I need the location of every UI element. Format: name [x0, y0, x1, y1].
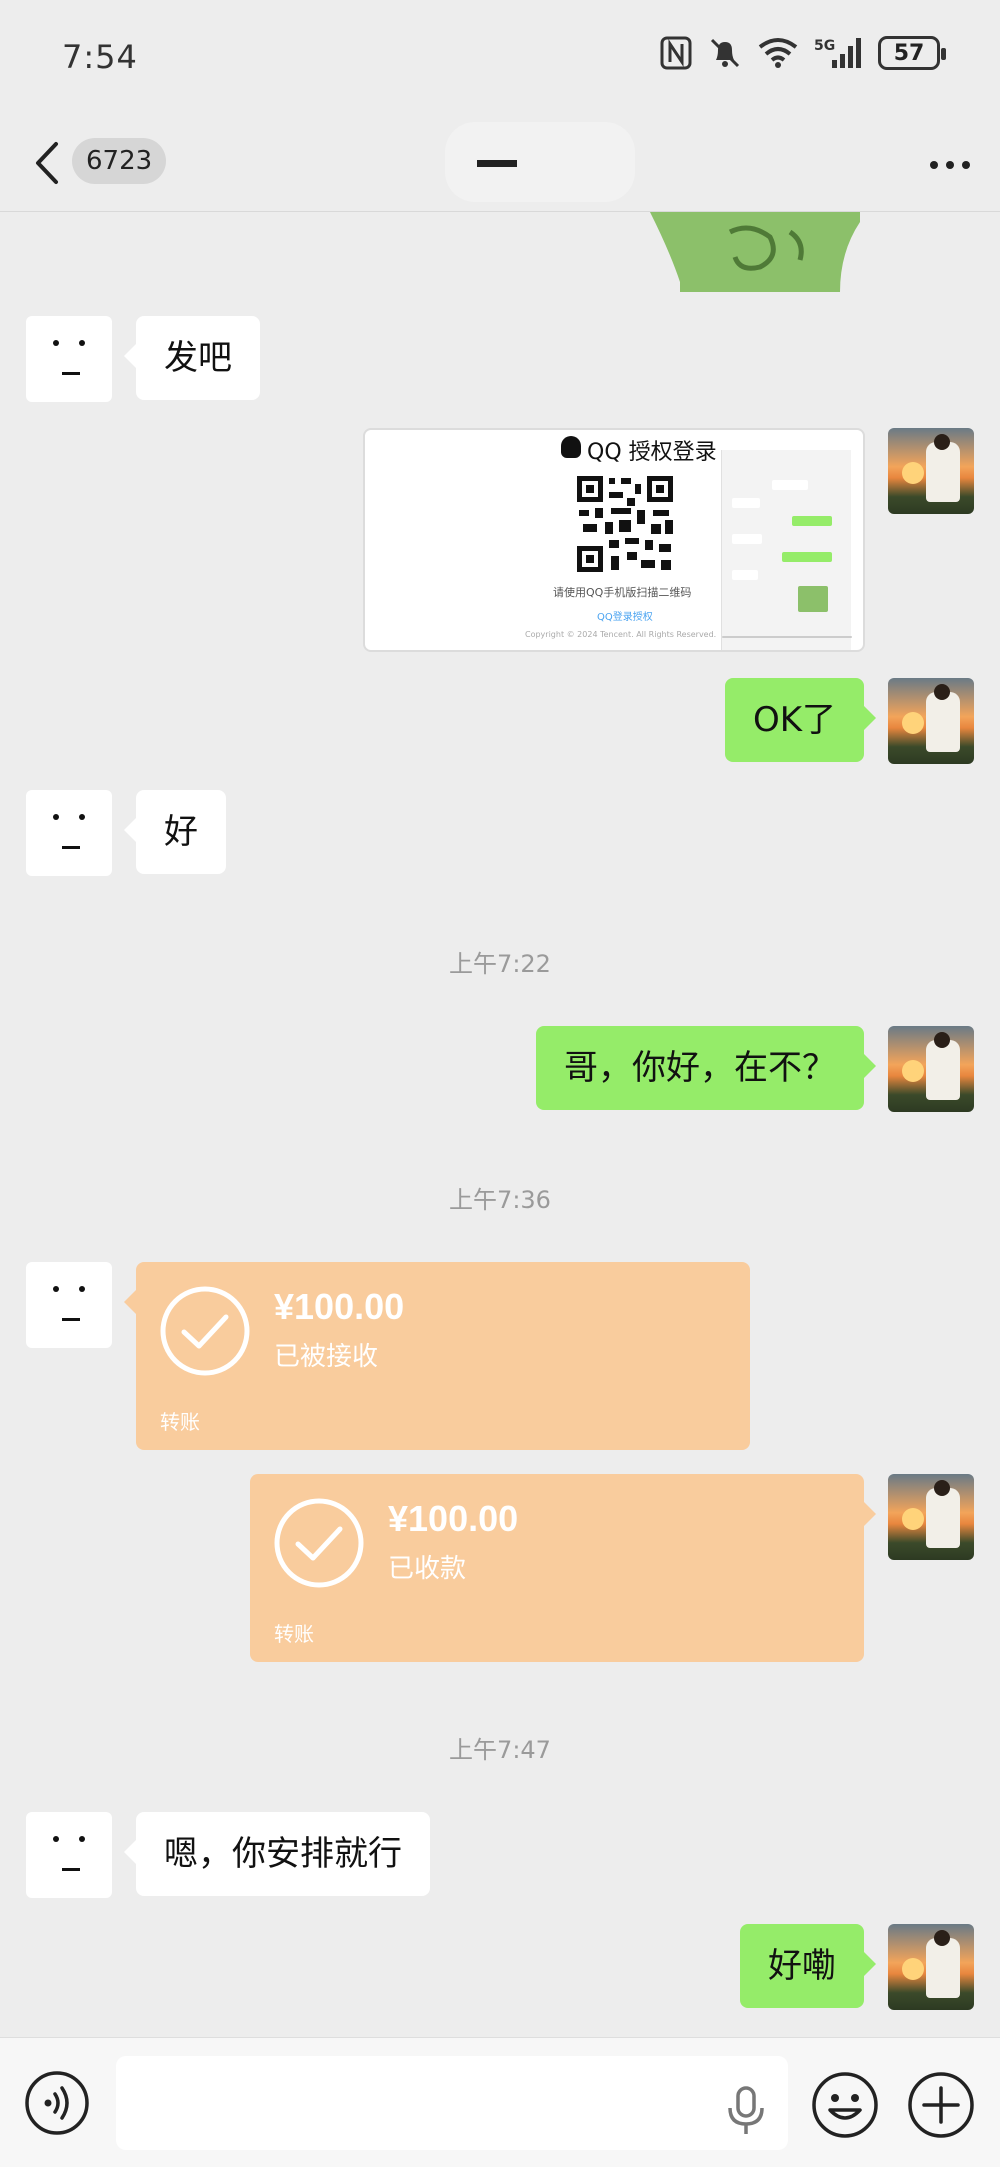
frog-sticker-partial[interactable]	[640, 212, 860, 292]
back-arrow-icon[interactable]	[30, 138, 66, 188]
microphone-icon[interactable]	[724, 2084, 768, 2136]
more-options-icon[interactable]	[928, 150, 972, 180]
message-list[interactable]: 发吧 QQ 授权登录 请使用QQ手机版扫描二维码 QQ登录授权 Copyrigh…	[0, 212, 1000, 2037]
contact-avatar[interactable]	[26, 1262, 112, 1348]
my-avatar[interactable]	[888, 1474, 974, 1560]
my-avatar[interactable]	[888, 428, 974, 514]
qr-code-image	[575, 474, 675, 574]
signal-5g-icon: 5G	[814, 38, 861, 68]
contact-avatar[interactable]	[26, 790, 112, 876]
emoji-icon[interactable]	[810, 2070, 880, 2140]
my-avatar[interactable]	[888, 1026, 974, 1112]
image-message[interactable]: QQ 授权登录 请使用QQ手机版扫描二维码 QQ登录授权 Copyright ©…	[363, 428, 865, 652]
my-avatar[interactable]	[888, 678, 974, 764]
timestamp: 上午7:36	[449, 1186, 551, 1214]
mute-bell-icon	[710, 38, 740, 68]
transfer-amount: ¥100.00	[388, 1498, 519, 1539]
title-redaction	[477, 160, 517, 167]
message-bubble[interactable]: 哥，你好，在不？	[536, 1026, 876, 1110]
status-time: 7:54	[62, 38, 138, 76]
my-avatar[interactable]	[888, 1924, 974, 2010]
transfer-card-received[interactable]: ¥100.00 已被接收 转账	[124, 1262, 750, 1450]
message-bubble[interactable]: 好嘞	[740, 1924, 876, 2008]
nfc-icon	[660, 36, 692, 70]
contact-avatar[interactable]	[26, 1812, 112, 1898]
transfer-status: 已被接收	[274, 1342, 379, 1372]
message-bubble[interactable]: OK了	[724, 678, 877, 762]
transfer-card-collected[interactable]: ¥100.00 已收款 转账	[250, 1474, 876, 1662]
check-circle-icon	[160, 1286, 250, 1376]
transfer-label: 转账	[274, 1622, 314, 1646]
timestamp: 上午7:47	[449, 1736, 551, 1764]
qq-penguin-icon	[561, 436, 581, 458]
message-bubble[interactable]: 发吧	[124, 316, 260, 400]
wifi-icon	[758, 38, 798, 68]
contact-avatar[interactable]	[26, 316, 112, 402]
check-circle-icon	[274, 1498, 364, 1588]
status-bar: 7:54 5G 57	[0, 0, 1000, 120]
timestamp: 上午7:22	[449, 950, 551, 978]
title-blur-mask	[445, 122, 635, 202]
image-link: QQ登录授权	[597, 612, 653, 623]
unread-count-badge[interactable]: 6723	[72, 138, 167, 184]
transfer-status: 已收款	[388, 1554, 467, 1584]
message-bubble[interactable]: 好	[124, 790, 226, 874]
status-icons: 5G 57	[660, 36, 946, 70]
message-input[interactable]	[116, 2056, 788, 2150]
image-mini-chat-preview	[721, 450, 852, 650]
image-caption: 请使用QQ手机版扫描二维码	[553, 586, 692, 599]
image-copyright: Copyright © 2024 Tencent. All Rights Res…	[525, 630, 717, 639]
network-label: 5G	[814, 38, 835, 54]
transfer-label: 转账	[160, 1410, 200, 1434]
plus-icon[interactable]	[906, 2070, 976, 2140]
image-qq-title: QQ 授权登录	[587, 440, 717, 465]
chat-header: 6723	[0, 120, 1000, 212]
transfer-amount: ¥100.00	[274, 1286, 405, 1327]
message-bubble[interactable]: 嗯，你安排就行	[124, 1812, 430, 1896]
battery-indicator: 57	[878, 36, 946, 70]
input-bar	[0, 2037, 1000, 2167]
voice-icon[interactable]	[24, 2070, 90, 2136]
